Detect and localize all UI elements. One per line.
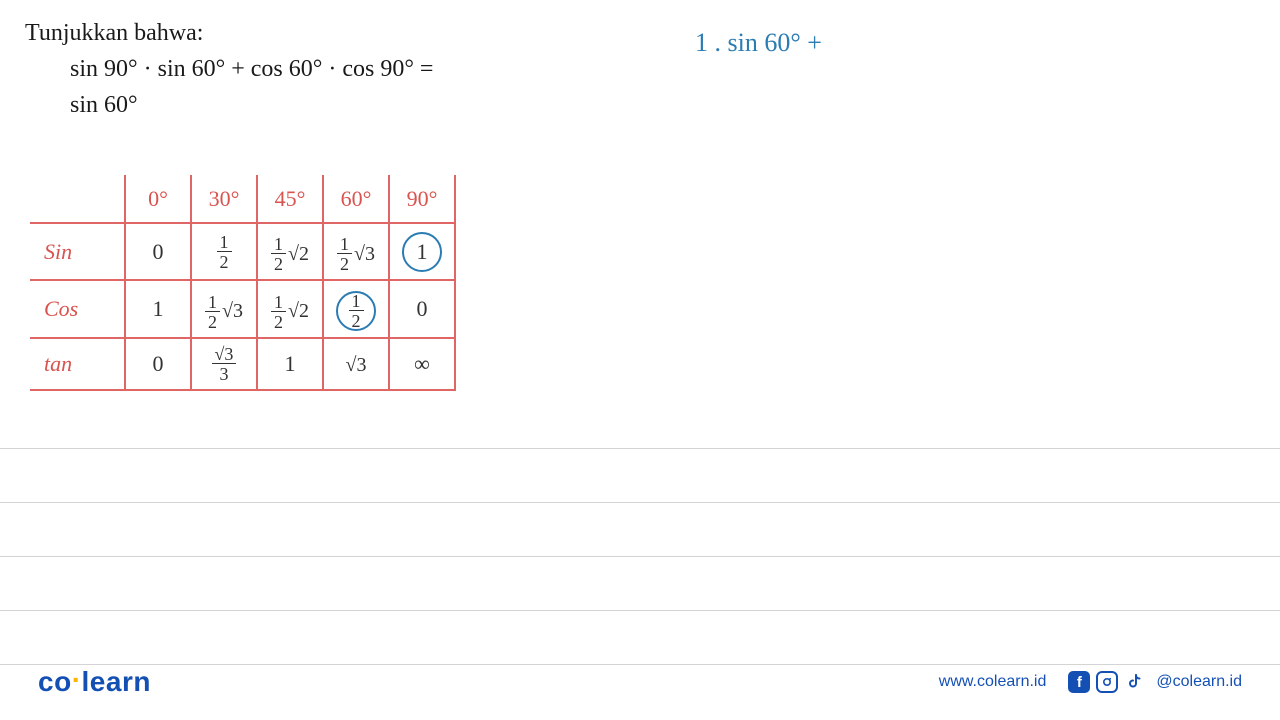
row-label-cos: Cos — [30, 280, 125, 338]
circled-value: 1 — [402, 232, 442, 272]
handwritten-step-1: 1 . sin 60° + — [695, 28, 822, 57]
header-60: 60° — [323, 175, 389, 223]
facebook-icon: f — [1068, 671, 1090, 693]
sin-30: 12 — [191, 223, 257, 280]
table-row: Cos 1 12√3 12√2 12 0 — [30, 280, 455, 338]
sin-45: 12√2 — [257, 223, 323, 280]
brand-logo: co·learn — [38, 666, 151, 698]
trig-value-table: 0° 30° 45° 60° 90° Sin 0 12 12√2 12√3 1 … — [30, 175, 456, 391]
cos-30: 12√3 — [191, 280, 257, 338]
problem-title: Tunjukkan bahwa: — [25, 15, 433, 51]
instagram-icon — [1096, 671, 1118, 693]
circled-value: 12 — [336, 291, 376, 331]
header-0: 0° — [125, 175, 191, 223]
table-row: tan 0 √33 1 √3 ∞ — [30, 338, 455, 390]
social-icons: f @colearn.id — [1068, 671, 1242, 693]
tan-30: √33 — [191, 338, 257, 390]
tan-0: 0 — [125, 338, 191, 390]
tan-45: 1 — [257, 338, 323, 390]
header-blank — [30, 175, 125, 223]
row-label-tan: tan — [30, 338, 125, 390]
handwritten-work: 1 . sin 60° + — [695, 28, 822, 58]
cos-45: 12√2 — [257, 280, 323, 338]
social-handle: @colearn.id — [1156, 673, 1242, 691]
sin-0: 0 — [125, 223, 191, 280]
tan-60: √3 — [323, 338, 389, 390]
tiktok-icon — [1124, 671, 1146, 693]
notebook-ruled-lines — [0, 395, 1280, 655]
cos-0: 1 — [125, 280, 191, 338]
header-45: 45° — [257, 175, 323, 223]
header-90: 90° — [389, 175, 455, 223]
sin-60: 12√3 — [323, 223, 389, 280]
cos-90: 0 — [389, 280, 455, 338]
sin-90: 1 — [389, 223, 455, 280]
footer-url: www.colearn.id — [939, 673, 1047, 691]
cos-60: 12 — [323, 280, 389, 338]
table-row: Sin 0 12 12√2 12√3 1 — [30, 223, 455, 280]
tan-90: ∞ — [389, 338, 455, 390]
problem-line-1: sin 90° · sin 60° + cos 60° · cos 90° = — [70, 51, 433, 87]
footer: co·learn www.colearn.id f @colearn.id — [0, 666, 1280, 698]
problem-line-2: sin 60° — [70, 87, 433, 123]
problem-statement: Tunjukkan bahwa: sin 90° · sin 60° + cos… — [25, 15, 433, 123]
header-30: 30° — [191, 175, 257, 223]
row-label-sin: Sin — [30, 223, 125, 280]
table-header-row: 0° 30° 45° 60° 90° — [30, 175, 455, 223]
